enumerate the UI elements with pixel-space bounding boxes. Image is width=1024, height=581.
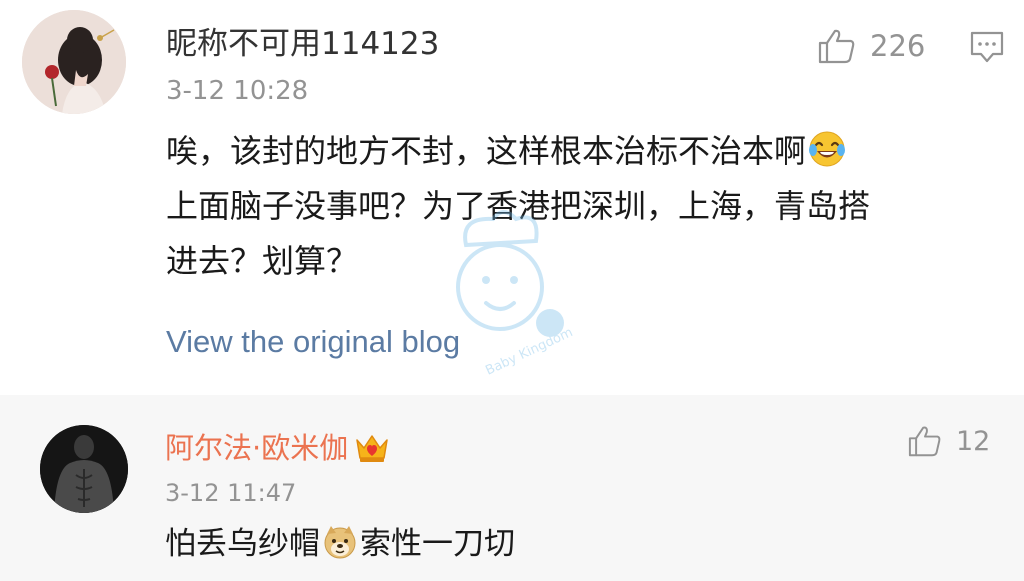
doge-emoji-icon — [324, 526, 356, 559]
crown-icon[interactable] — [354, 432, 390, 464]
comment-like-count: 226 — [870, 29, 926, 63]
laughing-tears-emoji-icon — [809, 131, 846, 167]
comment-line-2: 上面脑子没事吧？为了香港把深圳，上海，青岛搭 — [166, 187, 871, 225]
thumbs-up-icon — [818, 29, 855, 64]
watermark-text: Baby Kingdom — [483, 325, 575, 379]
replier-avatar[interactable] — [40, 425, 128, 513]
comment-timestamp: 3-12 10:28 — [166, 76, 309, 106]
comment-line-1: 唉，该封的地方不封，这样根本治标不治本啊 — [166, 132, 807, 170]
view-original-blog-link[interactable]: View the original blog — [166, 322, 460, 362]
reply-button[interactable] — [969, 30, 1005, 68]
reply-timestamp: 3-12 11:47 — [165, 479, 297, 507]
reply-body: 怕丢乌纱帽 索性一刀切 — [165, 522, 515, 566]
commenter-avatar[interactable] — [22, 10, 126, 114]
comment-like-button[interactable]: 226 — [818, 28, 925, 64]
replier-name[interactable]: 阿尔法·欧米伽 — [165, 431, 348, 465]
reply-like-count: 12 — [956, 425, 991, 457]
replier-name-row: 阿尔法·欧米伽 — [165, 428, 390, 468]
reply-text-before: 怕丢乌纱帽 — [165, 526, 320, 562]
thumbs-up-icon — [908, 426, 941, 457]
comment-line-3: 进去？划算？ — [166, 242, 359, 280]
commenter-name[interactable]: 昵称不可用114123 — [166, 24, 439, 64]
baby-kingdom-watermark: Baby Kingdom — [448, 205, 578, 384]
comment-body: 唉，该封的地方不封，这样根本治标不治本啊 上面脑子没事吧？为了香港把深圳，上海，… — [166, 124, 1006, 289]
comment-bubble-icon — [970, 31, 1004, 63]
reply-like-button[interactable]: 12 — [908, 425, 990, 457]
reply-text-after: 索性一刀切 — [360, 526, 515, 562]
